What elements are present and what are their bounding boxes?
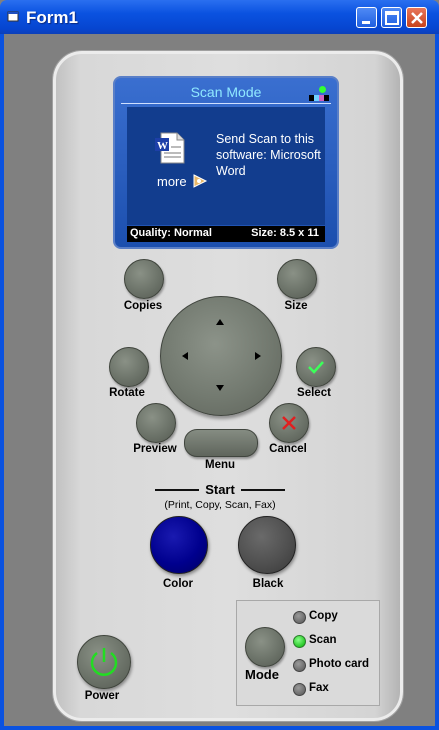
mode-photo-card-label: Photo card [309,658,370,670]
mode-button[interactable] [245,627,285,667]
cancel-x-icon [282,416,296,430]
arrow-up-icon[interactable] [216,319,224,325]
close-button[interactable] [406,7,427,28]
window-title: Form1 [26,8,78,27]
maximize-icon [385,11,399,25]
ink-level-icon [309,95,329,101]
black-label: Black [252,578,284,590]
photo-card-led-icon [293,659,306,672]
scan-led-icon [293,635,306,648]
lcd-screen: Scan Mode W more Send Scan to this softw… [113,76,339,249]
mode-label: Mode [245,667,279,682]
minimize-button[interactable] [356,7,377,28]
size-button[interactable] [277,259,317,299]
mode-copy-label: Copy [309,610,338,622]
black-start-button[interactable] [238,516,296,574]
word-document-icon: W [155,132,185,164]
status-led-icon [319,86,326,93]
mode-panel: Mode Copy Scan Photo card Fax [236,600,380,706]
lcd-header: Scan Mode [121,82,331,102]
start-subheading: (Print, Copy, Scan, Fax) [164,499,276,511]
power-button[interactable] [77,635,131,689]
color-start-button[interactable] [150,516,208,574]
power-label: Power [84,690,120,702]
window-frame-right [435,34,439,730]
copy-led-icon [293,611,306,624]
app-icon [7,11,19,22]
preview-button[interactable] [136,403,176,443]
select-button[interactable] [296,347,336,387]
close-icon [411,12,423,24]
cancel-button[interactable] [269,403,309,443]
window-frame-bottom [0,726,439,730]
checkmark-icon [308,361,324,374]
power-icon [90,648,118,676]
rotate-button[interactable] [109,347,149,387]
more-link[interactable]: more [157,174,187,189]
lcd-message: Send Scan to this software: Microsoft Wo… [216,132,321,178]
arrow-right-icon[interactable] [255,352,261,360]
size-label: Size [284,300,308,312]
preview-label: Preview [133,443,177,455]
start-heading: Start [205,482,235,497]
lcd-status-bar: Quality: Normal Size: 8.5 x 11 [127,226,325,242]
lcd-title: Scan Mode [190,84,262,100]
color-label: Color [162,578,194,590]
mode-fax-label: Fax [309,682,329,694]
arrow-down-icon[interactable] [216,385,224,391]
copies-label: Copies [123,300,163,312]
size-readout: Size: 8.5 x 11 [251,227,319,239]
rotate-label: Rotate [109,387,145,399]
copies-button[interactable] [124,259,164,299]
title-bar[interactable]: Form1 [0,0,439,34]
navigation-pad[interactable] [160,296,282,416]
more-arrow-icon [193,174,208,188]
mode-scan-label: Scan [309,634,337,646]
cancel-label: Cancel [269,443,307,455]
arrow-left-icon[interactable] [182,352,188,360]
svg-text:W: W [157,140,168,152]
lcd-divider [121,103,331,104]
menu-button[interactable] [184,429,258,457]
minimize-icon [362,21,370,24]
quality-readout: Quality: Normal [130,227,212,239]
maximize-button[interactable] [381,7,402,28]
lcd-body: W more Send Scan to this software: Micro… [127,107,325,225]
menu-label: Menu [204,459,236,471]
select-label: Select [297,387,331,399]
fax-led-icon [293,683,306,696]
